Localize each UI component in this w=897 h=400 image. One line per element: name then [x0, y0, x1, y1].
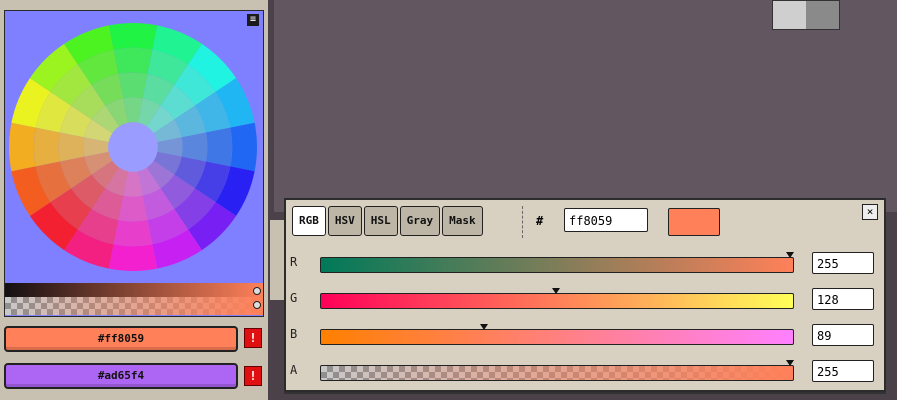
hex-input[interactable]: ff8059 — [564, 208, 648, 232]
wheel-cell[interactable] — [113, 219, 153, 247]
foreground-color-button[interactable]: #ff8059 — [4, 326, 238, 352]
channel-slider[interactable] — [320, 365, 794, 381]
color-preview-swatch — [668, 208, 720, 236]
wheel-cell[interactable] — [205, 127, 233, 167]
channel-value-input[interactable]: 89 — [812, 324, 874, 346]
slider-marker-icon[interactable] — [786, 360, 794, 366]
wheel-cell[interactable] — [108, 244, 158, 271]
wheel-cell[interactable] — [113, 47, 153, 75]
channel-row-b: B 89 — [286, 324, 884, 348]
tab-gray[interactable]: Gray — [399, 206, 441, 236]
wheel-center[interactable] — [108, 122, 158, 172]
channel-label: A — [290, 363, 298, 377]
wheel-cell[interactable] — [33, 127, 61, 167]
warning-icon[interactable]: ! — [244, 366, 262, 386]
slider-marker-icon[interactable] — [551, 288, 560, 294]
wheel-cell[interactable] — [181, 132, 208, 162]
channel-row-a: A 255 — [286, 360, 884, 384]
ramp-handle-icon[interactable] — [253, 287, 261, 295]
channel-row-g: G 128 — [286, 288, 884, 312]
warning-icon[interactable]: ! — [244, 328, 262, 348]
preview-tile — [772, 0, 840, 30]
slider-marker-icon[interactable] — [480, 324, 489, 330]
color-panel: ≡ #ff8059 ! #ad65f4 ! — [0, 0, 268, 400]
tab-mask[interactable]: Mask — [442, 206, 483, 236]
background-color-button[interactable]: #ad65f4 — [4, 363, 238, 389]
channel-label: R — [290, 255, 298, 269]
channel-label: G — [290, 291, 298, 305]
color-wheel-box: ≡ — [4, 10, 264, 317]
channel-value-input[interactable]: 128 — [812, 288, 874, 310]
shade-ramp-alpha[interactable] — [5, 297, 263, 315]
slider-marker-icon[interactable] — [786, 252, 794, 258]
channel-slider[interactable] — [320, 293, 794, 309]
hex-label: # — [536, 214, 544, 228]
wheel-cell[interactable] — [118, 72, 148, 99]
channel-row-r: R 255 — [286, 252, 884, 276]
color-wheel[interactable] — [7, 21, 259, 273]
wheel-cell[interactable] — [58, 132, 85, 162]
color-editor-popup: RGB HSV HSL Gray Mask # ff8059 × R 255 G 12… — [284, 198, 886, 392]
wheel-cell[interactable] — [230, 122, 257, 172]
tab-hsv[interactable]: HSV — [327, 206, 362, 236]
divider — [522, 206, 524, 238]
channel-slider[interactable] — [320, 257, 794, 273]
wheel-cell[interactable] — [108, 23, 158, 50]
tab-rgb[interactable]: RGB — [292, 206, 326, 236]
channel-value-input[interactable]: 255 — [812, 252, 874, 274]
close-icon[interactable]: × — [862, 204, 878, 220]
channel-slider[interactable] — [320, 329, 794, 345]
color-mode-tabs: RGB HSV HSL Gray Mask — [292, 206, 483, 236]
wheel-cell[interactable] — [118, 195, 148, 222]
tab-hsl[interactable]: HSL — [363, 206, 398, 236]
channel-value-input[interactable]: 255 — [812, 360, 874, 382]
ramp-handle-icon[interactable] — [253, 301, 261, 309]
shade-ramp[interactable] — [5, 283, 263, 315]
wheel-cell[interactable] — [8, 122, 36, 172]
canvas-area[interactable] — [274, 0, 897, 212]
shade-ramp-dark[interactable] — [5, 283, 263, 297]
channel-label: B — [290, 327, 298, 341]
